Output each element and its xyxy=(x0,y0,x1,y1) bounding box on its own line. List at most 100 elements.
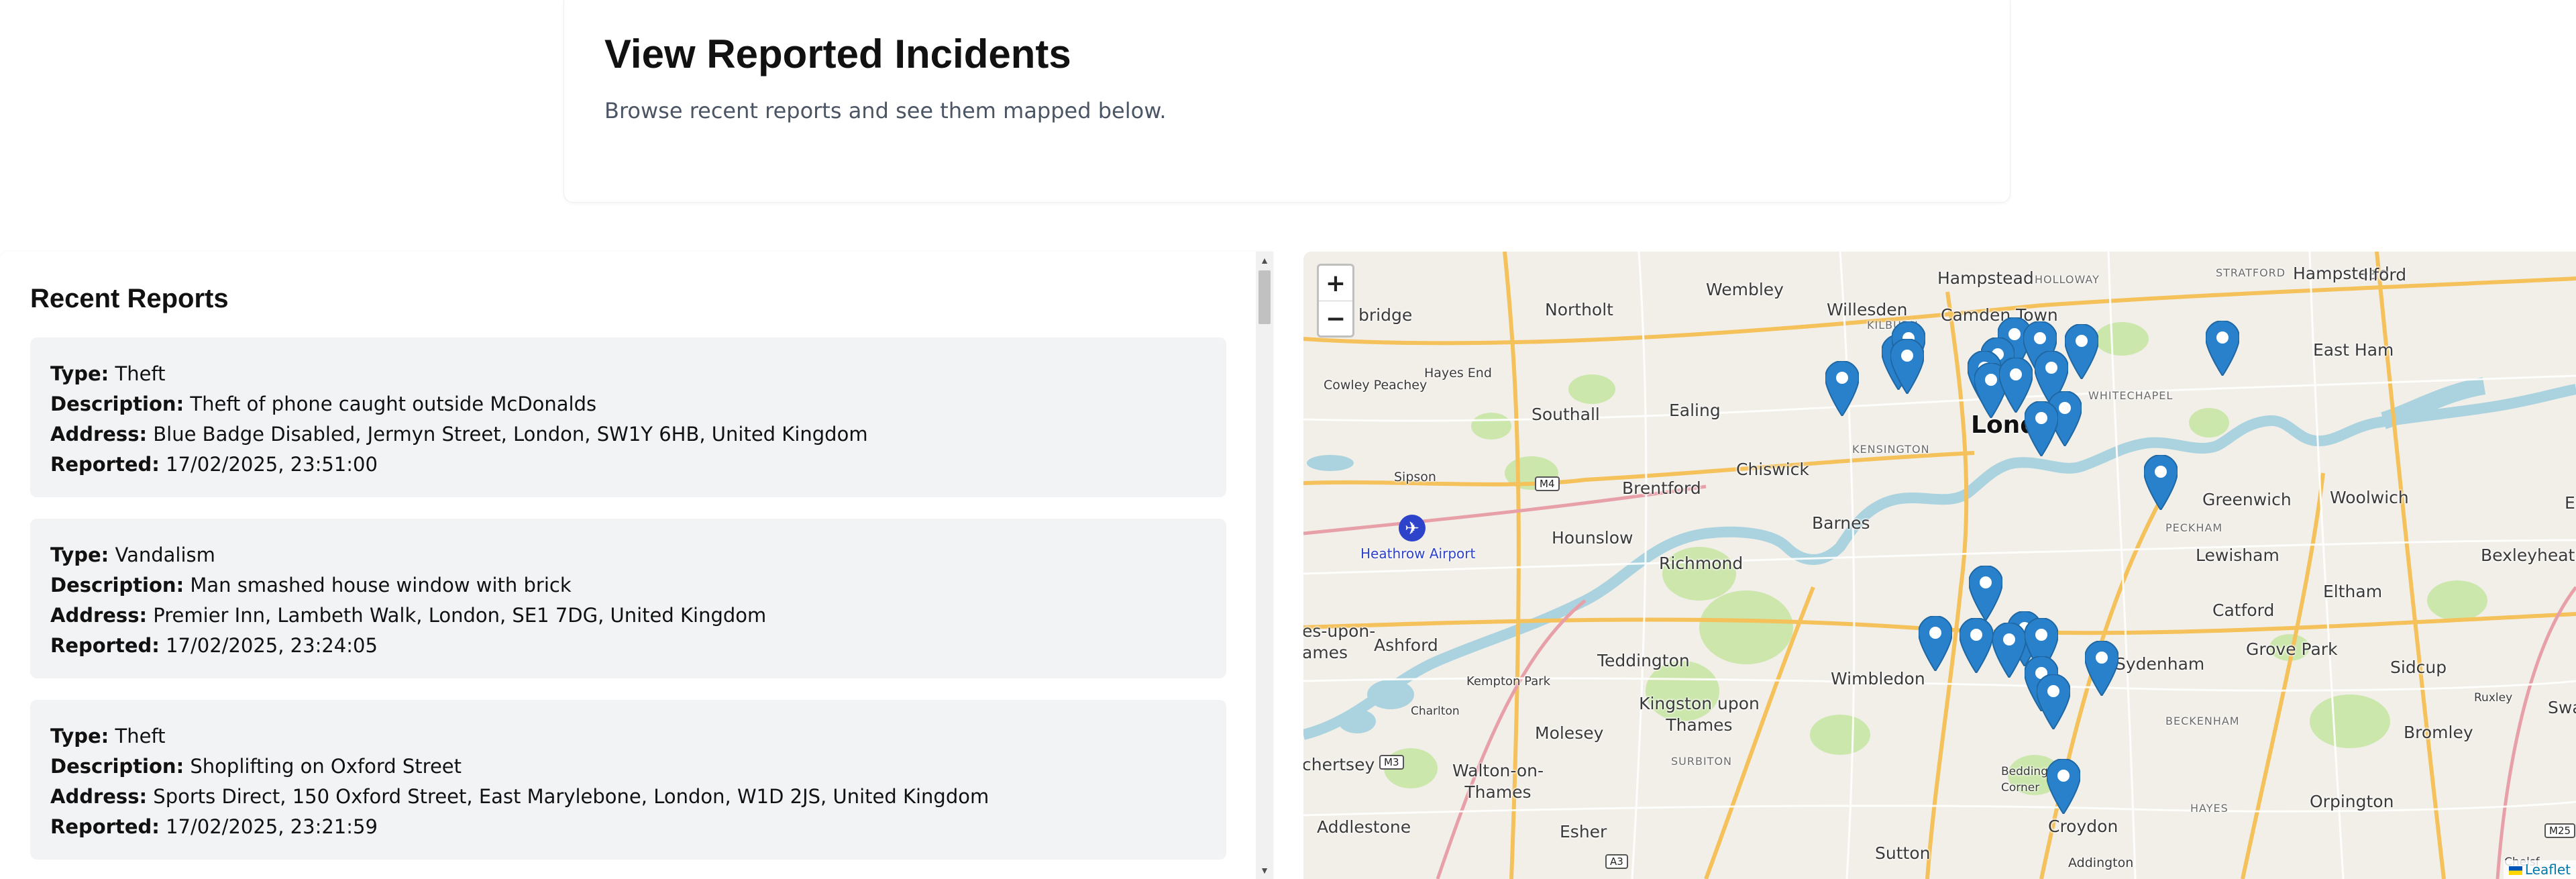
airport-icon: ✈ xyxy=(1399,515,1426,541)
report-address: Address: Premier Inn, Lambeth Walk, Lond… xyxy=(50,601,1206,631)
map-place-label: Chiswick xyxy=(1736,460,1809,479)
map-place-label: Richmond xyxy=(1659,554,1743,573)
page-subtitle: Browse recent reports and see them mappe… xyxy=(604,98,1167,123)
map-marker-icon[interactable] xyxy=(1917,615,1953,672)
report-description-value: Man smashed house window with brick xyxy=(190,574,572,597)
map-place-label: chertsey xyxy=(1303,755,1375,774)
road-shield: M3 xyxy=(1379,755,1404,770)
map-place-label: Sipson xyxy=(1394,470,1436,484)
zoom-in-button[interactable]: + xyxy=(1319,266,1352,301)
map-place-label: Hayes End xyxy=(1424,366,1492,380)
map-marker-icon[interactable] xyxy=(2204,319,2241,377)
map-place-label: Croydon xyxy=(2048,817,2118,836)
map-place-label: bridge xyxy=(1358,305,1413,325)
map-place-label: Southall xyxy=(1532,405,1600,424)
report-timestamp: Reported: 17/02/2025, 23:21:59 xyxy=(50,812,1206,842)
map-place-label: East Ham xyxy=(2313,340,2394,360)
scroll-down-arrow-icon[interactable]: ▼ xyxy=(1256,862,1273,879)
report-timestamp: Reported: 17/02/2025, 23:24:05 xyxy=(50,631,1206,661)
page-header-card: View Reported Incidents Browse recent re… xyxy=(564,0,2010,203)
map-marker-icon[interactable] xyxy=(2084,639,2120,697)
map-marker-icon[interactable] xyxy=(2143,454,2179,511)
leaflet-link[interactable]: Leaflet xyxy=(2525,862,2571,878)
map-place-label: Wimbledon xyxy=(1831,669,1925,688)
zoom-out-button[interactable]: − xyxy=(1319,301,1352,335)
report-address-value: Sports Direct, 150 Oxford Street, East M… xyxy=(153,785,989,808)
report-type: Type: Theft xyxy=(50,721,1206,752)
map-place-label: Lewisham xyxy=(2196,546,2279,565)
reports-scrollbar[interactable]: ▲ ▼ xyxy=(1256,252,1273,879)
report-type: Type: Theft xyxy=(50,359,1206,389)
map-district-label: PECKHAM xyxy=(2165,521,2223,534)
map-place-label: Bromley xyxy=(2404,723,2473,742)
page-title: View Reported Incidents xyxy=(604,32,1071,76)
recent-reports-panel: Recent Reports Type: Theft Description: … xyxy=(0,252,1273,879)
map-district-label: HOLLOWAY xyxy=(2035,273,2100,286)
report-type-label: Type: xyxy=(50,544,109,566)
map-marker-icon[interactable] xyxy=(1968,564,2004,622)
map-place-label: Ilford xyxy=(2363,265,2407,285)
report-address-value: Blue Badge Disabled, Jermyn Street, Lond… xyxy=(153,423,868,446)
map-place-label: Er xyxy=(2565,493,2576,513)
report-timestamp: Reported: 17/02/2025, 23:51:00 xyxy=(50,450,1206,480)
scroll-thumb[interactable] xyxy=(1258,270,1271,324)
map-place-label: Orpington xyxy=(2310,792,2394,811)
map-place-label: Ashford xyxy=(1374,635,1438,655)
map-place-label: Cowley Peachey xyxy=(1324,378,1428,393)
map-marker-icon[interactable] xyxy=(2045,758,2082,815)
report-description: Description: Shoplifting on Oxford Stree… xyxy=(50,752,1206,782)
map-place-label: Woolwich xyxy=(2330,488,2409,507)
report-description: Description: Man smashed house window wi… xyxy=(50,570,1206,601)
map-place-label: Walton-on-Thames xyxy=(1452,761,1544,802)
map-place-label: Eltham xyxy=(2323,582,2383,601)
map-place-label: Sutton xyxy=(1875,843,1931,863)
report-address-label: Address: xyxy=(50,785,148,808)
map-district-label: BECKENHAM xyxy=(2165,715,2240,727)
report-card[interactable]: Type: Theft Description: Shoplifting on … xyxy=(30,700,1226,860)
road-shield: M4 xyxy=(1535,476,1560,491)
report-reported-label: Reported: xyxy=(50,453,160,476)
map-attribution[interactable]: Leaflet xyxy=(2503,860,2576,879)
map-place-label: Barnes xyxy=(1812,513,1870,533)
report-type-value: Theft xyxy=(115,725,166,747)
map-place-label: Molesey xyxy=(1535,723,1604,743)
report-description-label: Description: xyxy=(50,393,184,415)
report-description-value: Theft of phone caught outside McDonalds xyxy=(190,393,597,415)
map-marker-icon[interactable] xyxy=(1958,617,1994,674)
map-place-label: HAYES xyxy=(2190,802,2229,815)
recent-reports-heading: Recent Reports xyxy=(30,284,229,313)
map-place-label: Kingston upon Thames xyxy=(1639,694,1760,735)
report-reported-value: 17/02/2025, 23:24:05 xyxy=(166,634,378,657)
report-address: Address: Blue Badge Disabled, Jermyn Str… xyxy=(50,419,1206,450)
map-marker-icon[interactable] xyxy=(1824,360,1860,417)
map-place-label: Hampstead xyxy=(1937,268,2034,288)
map-place-label: Addington xyxy=(2068,856,2134,870)
map-place-label: Charlton xyxy=(1411,705,1460,718)
map-place-label: Catford xyxy=(2212,601,2275,620)
map-place-label: Addlestone xyxy=(1317,817,1411,837)
map-place-label: SURBITON xyxy=(1671,755,1733,768)
map-place-label: Grove Park xyxy=(2246,639,2338,659)
scroll-up-arrow-icon[interactable]: ▲ xyxy=(1256,252,1273,269)
report-type-label: Type: xyxy=(50,362,109,385)
map-place-label: Teddington xyxy=(1597,651,1690,670)
report-reported-label: Reported: xyxy=(50,815,160,838)
incident-map[interactable]: Hampstead Wembley Willesden Hampstead Ca… xyxy=(1303,252,2576,879)
map-marker-icon[interactable] xyxy=(2063,323,2100,380)
report-type: Type: Vandalism xyxy=(50,540,1206,570)
report-address-label: Address: xyxy=(50,604,148,627)
report-card[interactable]: Type: Vandalism Description: Man smashed… xyxy=(30,519,1226,678)
map-marker-icon[interactable] xyxy=(1991,621,2027,679)
map-place-label: Brentford xyxy=(1622,478,1701,498)
airport-label: Heathrow Airport xyxy=(1360,546,1476,562)
report-type-value: Vandalism xyxy=(115,544,215,566)
report-card[interactable]: Type: Theft Description: Theft of phone … xyxy=(30,338,1226,497)
report-description-label: Description: xyxy=(50,574,184,597)
map-place-label: Hounslow xyxy=(1552,528,1633,548)
map-marker-icon[interactable] xyxy=(2035,673,2072,731)
map-place-label: Esher xyxy=(1560,822,1607,841)
flag-icon xyxy=(2508,866,2522,875)
report-type-value: Theft xyxy=(115,362,166,385)
map-marker-icon[interactable] xyxy=(1889,338,1925,395)
map-marker-icon[interactable] xyxy=(2023,400,2059,458)
